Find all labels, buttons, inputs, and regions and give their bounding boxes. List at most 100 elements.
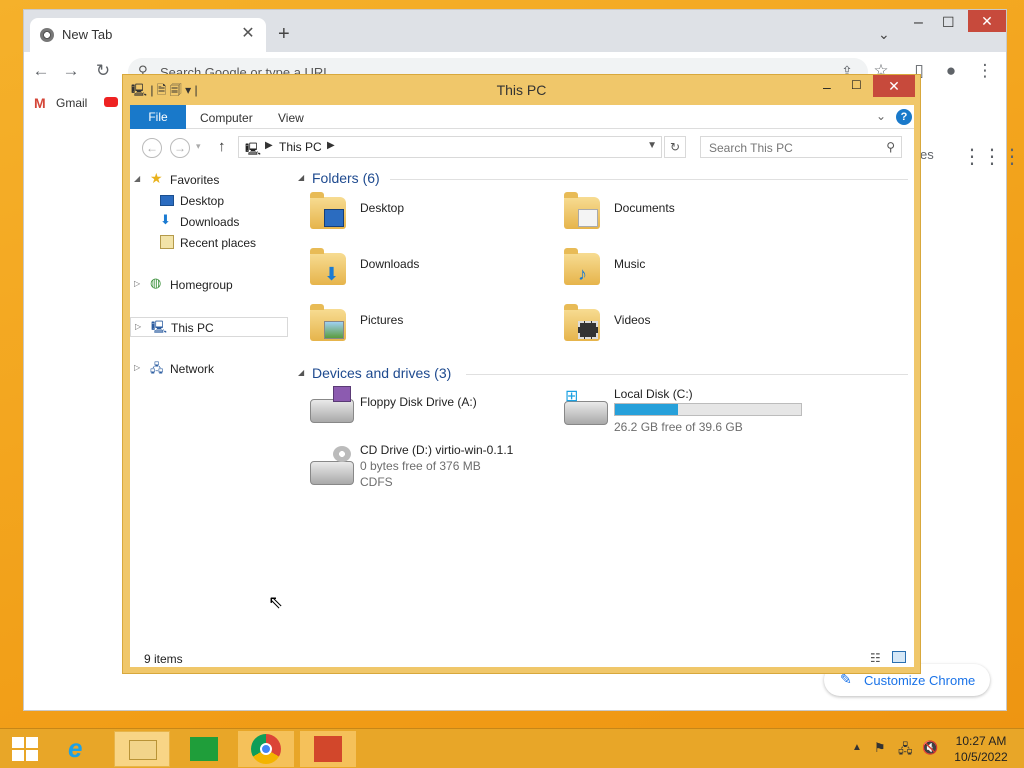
sidebar-item-network[interactable]: ▷ 🖧 Network [130, 359, 288, 379]
expand-icon[interactable]: ▷ [134, 363, 140, 372]
show-hidden-icons-icon[interactable]: ▲ [852, 742, 862, 753]
taskbar-clock[interactable]: 10:27 AM 10/5/2022 [946, 733, 1016, 765]
ribbon-tabs: File Computer View ⌄ ? [130, 105, 914, 129]
recent-locations-icon[interactable]: ▾ [196, 141, 201, 152]
sidebar-item-recent-places[interactable]: Recent places [130, 233, 288, 253]
drive-c[interactable]: ⊞ Local Disk (C:) 26.2 GB free of 39.6 G… [556, 385, 806, 434]
tab-view[interactable]: View [278, 111, 304, 125]
up-arrow-icon[interactable]: ↑ [218, 138, 226, 155]
network-icon: 🖧 [150, 361, 164, 375]
tab-computer[interactable]: Computer [200, 111, 253, 125]
breadcrumb[interactable]: This PC [279, 140, 322, 154]
explorer-window: 🖳 | 🗎 🗐 ▾ | This PC – ☐ ✕ File Computer … [122, 74, 921, 674]
close-window-button[interactable]: ✕ [968, 10, 1006, 32]
homegroup-icon: ◍ [150, 275, 162, 290]
taskbar: e ▲ ⚑ 🖧 🔇 10:27 AM 10/5/2022 [0, 728, 1024, 768]
folder-videos[interactable]: Videos [556, 299, 806, 347]
sidebar-item-label: Downloads [180, 215, 240, 229]
group-title: Devices and drives (3) [312, 365, 452, 381]
drive-d[interactable]: CD Drive (D:) virtio-win-0.1.1 0 bytes f… [302, 441, 552, 501]
taskbar-store[interactable] [176, 731, 232, 767]
content-pane: ◢ Folders (6) Desktop Documents ⬇ Downlo… [298, 165, 914, 649]
network-icon[interactable]: 🖧 [898, 740, 913, 762]
forward-icon[interactable]: → [170, 138, 190, 158]
sidebar-item-label: Network [170, 362, 215, 376]
group-title: Folders (6) [312, 170, 380, 186]
taskbar-chrome[interactable] [238, 731, 294, 767]
folder-documents[interactable]: Documents [556, 187, 806, 235]
store-icon [190, 737, 218, 761]
breadcrumb-chevron-icon[interactable]: ▶ [327, 140, 335, 151]
explorer-title: This PC [496, 82, 547, 98]
downloads-icon: ⬇ [160, 212, 171, 227]
sidebar-item-this-pc[interactable]: ▷ 🖳 This PC [130, 317, 288, 337]
collapse-icon[interactable]: ◢ [298, 173, 304, 182]
maximize-button[interactable]: ☐ [851, 78, 862, 92]
refresh-icon[interactable]: ↻ [664, 136, 686, 158]
taskbar-file-explorer[interactable] [114, 731, 170, 767]
folders-group-header[interactable]: ◢ Folders (6) [298, 169, 908, 189]
gmail-icon: M [34, 95, 46, 111]
sidebar-item-downloads[interactable]: ⬇ Downloads [130, 212, 288, 232]
details-view-icon[interactable]: ☷ [870, 651, 881, 665]
sidebar-item-desktop[interactable]: Desktop [130, 191, 288, 211]
taskbar-internet-explorer[interactable]: e [54, 731, 110, 767]
back-icon[interactable]: ← [30, 61, 52, 83]
tab-file[interactable]: File [130, 105, 186, 129]
new-tab-button[interactable]: + [278, 24, 290, 44]
close-window-button[interactable]: ✕ [873, 75, 915, 97]
explorer-title-bar[interactable]: 🖳 | 🗎 🗐 ▾ | This PC – ☐ ✕ [123, 75, 920, 103]
folder-music[interactable]: ♪ Music [556, 243, 806, 291]
drive-label: Floppy Disk Drive (A:) [360, 395, 477, 409]
recent-places-icon [160, 235, 174, 249]
folder-pictures[interactable]: Pictures [302, 299, 552, 347]
chevron-down-icon[interactable]: ▼ [647, 140, 657, 151]
reload-icon[interactable]: ↻ [92, 61, 114, 83]
expand-icon[interactable]: ▷ [135, 322, 141, 331]
taskbar-users-app[interactable] [300, 731, 356, 767]
expand-icon[interactable]: ▷ [134, 279, 140, 288]
start-button[interactable] [12, 737, 38, 761]
sidebar-item-homegroup[interactable]: ▷ ◍ Homegroup [130, 275, 288, 295]
close-tab-icon[interactable]: ✕ [238, 24, 258, 44]
sidebar-item-favorites[interactable]: ◢ ★ Favorites [130, 170, 288, 190]
sidebar-item-label: Recent places [180, 236, 257, 250]
bookmark-gmail[interactable]: Gmail [56, 96, 87, 110]
apps-grid-icon[interactable]: ⋮⋮⋮ [962, 144, 1022, 169]
back-icon[interactable]: ← [142, 138, 162, 158]
minimize-button[interactable]: – [823, 79, 831, 95]
maximize-button[interactable]: ☐ [942, 14, 955, 31]
expand-ribbon-icon[interactable]: ⌄ [876, 109, 886, 123]
menu-icon[interactable]: ⋮ [974, 61, 996, 83]
drive-floppy[interactable]: Floppy Disk Drive (A:) [302, 381, 552, 429]
large-icons-view-icon[interactable] [892, 651, 906, 663]
clock-date: 10/5/2022 [954, 750, 1008, 764]
disk-usage-fill [615, 404, 679, 415]
profile-avatar-icon[interactable]: ● [940, 61, 962, 83]
youtube-icon[interactable] [104, 97, 118, 107]
navigation-pane: ◢ ★ Favorites Desktop ⬇ Downloads Recent… [130, 165, 290, 649]
forward-icon[interactable]: → [60, 61, 82, 83]
minimize-button[interactable]: – [914, 14, 923, 32]
search-input[interactable]: Search This PC ⚲ [700, 136, 902, 158]
folder-desktop[interactable]: Desktop [302, 187, 552, 235]
status-bar: 9 items ☷ [130, 649, 914, 667]
chevron-down-icon[interactable]: ⌄ [878, 26, 890, 43]
help-icon[interactable]: ? [896, 109, 912, 125]
folder-downloads[interactable]: ⬇ Downloads [302, 243, 552, 291]
folder-label: Pictures [360, 313, 404, 327]
volume-muted-icon[interactable]: 🔇 [922, 740, 938, 756]
chrome-tab-new-tab[interactable]: New Tab ✕ [30, 18, 266, 52]
action-center-flag-icon[interactable]: ⚑ [874, 740, 886, 756]
mouse-cursor-icon: ⇖ [268, 592, 284, 612]
ntp-link-text[interactable]: es [920, 147, 934, 162]
drive-free-space: 0 bytes free of 376 MB [360, 459, 481, 473]
address-bar[interactable]: 🖳 ▶ This PC ▶ ▼ [238, 136, 662, 158]
expand-icon[interactable]: ◢ [134, 174, 140, 183]
divider [466, 374, 908, 375]
folder-label: Music [614, 257, 646, 271]
collapse-icon[interactable]: ◢ [298, 368, 304, 377]
drive-free-space: 26.2 GB free of 39.6 GB [614, 420, 743, 434]
breadcrumb-chevron-icon[interactable]: ▶ [265, 140, 273, 151]
sidebar-item-label: Desktop [180, 194, 225, 208]
